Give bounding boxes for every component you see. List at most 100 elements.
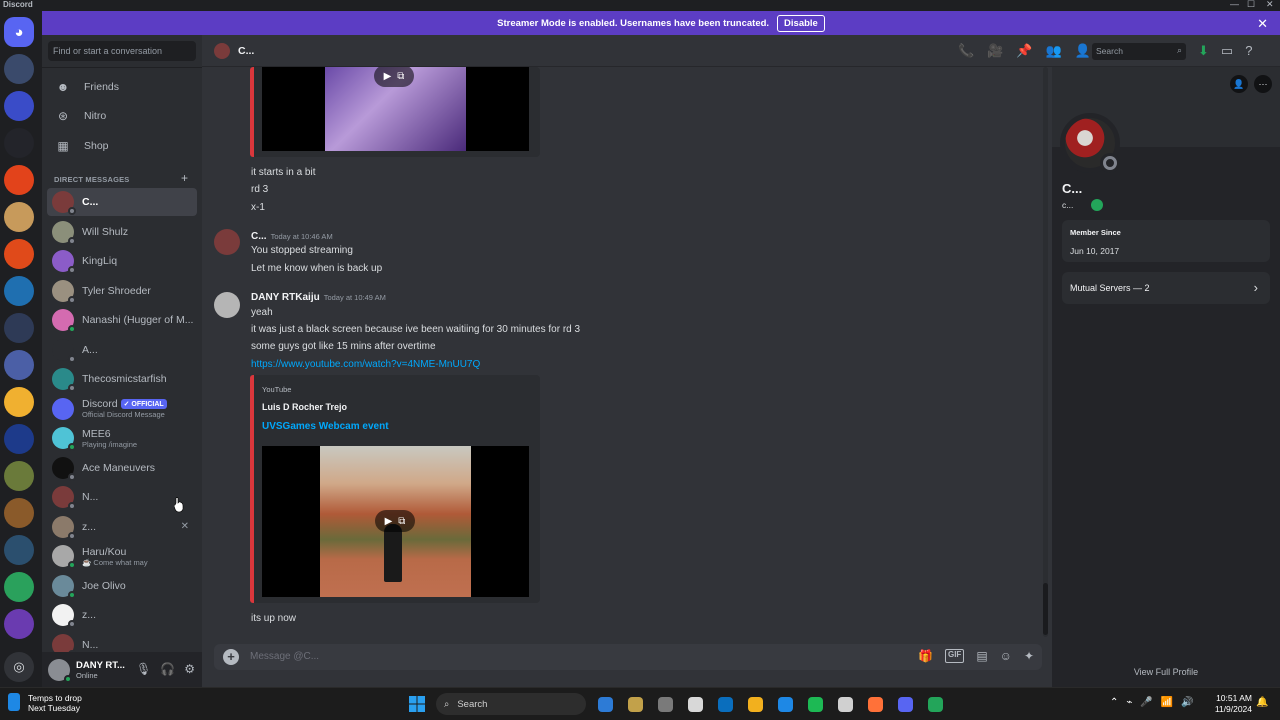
settings-gear-icon[interactable]: ⚙ <box>184 662 195 676</box>
dm-item[interactable]: Haru/Kou ☕ Come what may <box>47 542 197 570</box>
taskbar-app-icon[interactable] <box>744 693 766 715</box>
video-thumbnail[interactable]: ▶ ⧉ <box>262 446 529 597</box>
dm-item[interactable]: Thecosmicstarfish <box>47 365 197 393</box>
start-button[interactable] <box>406 693 428 715</box>
create-dm-icon[interactable]: + <box>181 171 188 185</box>
avatar[interactable] <box>48 658 72 683</box>
find-conversation-button[interactable]: Find or start a conversation <box>48 41 196 61</box>
network-icon[interactable]: ⌁ <box>1126 697 1132 708</box>
dm-item[interactable]: MEE6 Playing /imagine <box>47 424 197 452</box>
taskbar-app-icon[interactable] <box>624 693 646 715</box>
server-icon[interactable] <box>4 313 34 343</box>
taskbar-app-icon[interactable] <box>684 693 706 715</box>
server-icon[interactable] <box>4 461 34 491</box>
user-profile-icon[interactable]: 👤 <box>1075 43 1091 59</box>
clock[interactable]: 10:51 AM 11/9/2024 <box>1212 693 1252 715</box>
dm-item[interactable]: z... <box>47 601 197 629</box>
nitro-badge-icon[interactable] <box>1091 199 1104 211</box>
dm-item[interactable]: Joe Olivo <box>47 572 197 600</box>
taskbar-search[interactable]: ⌕ Search <box>436 693 586 715</box>
taskbar-app-icon[interactable] <box>714 693 736 715</box>
server-icon[interactable] <box>4 128 34 158</box>
emoji-icon[interactable]: ☺ <box>1000 649 1012 663</box>
download-icon[interactable]: ⬇ <box>1198 43 1209 59</box>
add-friends-to-dm-icon[interactable]: 👥 <box>1046 43 1062 59</box>
add-friend-icon[interactable]: 👤 <box>1230 75 1248 93</box>
help-icon[interactable]: ? <box>1245 43 1252 59</box>
disable-streamer-mode-button[interactable]: Disable <box>777 14 825 32</box>
inbox-icon[interactable]: ▭ <box>1221 43 1233 59</box>
dm-item[interactable]: Ace Maneuvers <box>47 454 197 482</box>
server-icon[interactable] <box>4 91 34 121</box>
video-call-icon[interactable]: 🎥 <box>987 43 1003 59</box>
nav-nitro[interactable]: ⊛ Nitro <box>48 103 196 129</box>
nav-shop[interactable]: ▦ Shop <box>48 133 196 159</box>
nav-friends[interactable]: ☻ Friends <box>48 74 196 100</box>
avatar[interactable] <box>1060 113 1120 173</box>
scrollbar-track[interactable] <box>1043 67 1048 637</box>
dm-item[interactable]: Nanashi (Hugger of M... <box>47 306 197 334</box>
notifications-icon[interactable]: 🔔 <box>1256 697 1268 708</box>
play-button[interactable]: ▶ ⧉ <box>375 510 415 532</box>
message-list[interactable]: ▶ ⧉ it starts in a bit rd 3 x-1 C... Toda… <box>202 67 1052 637</box>
taskbar-app-icon[interactable] <box>654 693 676 715</box>
message-input[interactable]: Message @C... <box>250 651 319 662</box>
server-icon[interactable] <box>4 276 34 306</box>
dm-item[interactable]: C... <box>47 188 197 216</box>
dm-item[interactable]: z... ✕ <box>47 513 197 541</box>
embed-author[interactable]: Luis D Rocher Trejo <box>262 402 347 412</box>
close-dm-icon[interactable]: ✕ <box>181 521 189 532</box>
server-icon[interactable] <box>4 572 34 602</box>
server-icon[interactable] <box>4 165 34 195</box>
taskbar-app-icon[interactable] <box>774 693 796 715</box>
maximize-button[interactable]: ☐ <box>1247 0 1255 10</box>
dm-item[interactable]: Will Shulz <box>47 218 197 246</box>
avatar[interactable] <box>214 229 240 255</box>
wifi-icon[interactable]: 📶 <box>1161 697 1173 708</box>
message-composer[interactable]: + Message @C... 🎁 GIF ▤ ☺ ✦ <box>214 644 1042 670</box>
close-window-button[interactable]: ✕ <box>1266 0 1274 10</box>
server-icon[interactable] <box>4 609 34 639</box>
dm-item[interactable]: Discord ✓ OFFICIAL Official Discord Messag… <box>47 395 197 423</box>
weather-widget[interactable]: Temps to drop Next Tuesday <box>8 693 82 713</box>
server-icon[interactable] <box>4 54 34 84</box>
youtube-link[interactable]: https://www.youtube.com/watch?v=4NME-MnU… <box>251 359 480 370</box>
apps-icon[interactable]: ✦ <box>1024 649 1034 663</box>
server-icon[interactable] <box>4 350 34 380</box>
server-icon[interactable] <box>4 239 34 269</box>
mutual-servers-button[interactable]: Mutual Servers — 2 › <box>1062 272 1270 304</box>
message-author[interactable]: DANY RTKaiju Today at 10:49 AM <box>251 292 386 303</box>
microphone-icon[interactable]: 🎤 <box>1140 697 1152 708</box>
taskbar-app-icon[interactable] <box>864 693 886 715</box>
search-input[interactable]: Search ⌕ <box>1092 43 1186 60</box>
add-attachment-icon[interactable]: + <box>223 649 239 665</box>
server-icon[interactable] <box>4 202 34 232</box>
view-full-profile-link[interactable]: View Full Profile <box>1052 667 1280 677</box>
play-button[interactable]: ▶ ⧉ <box>374 67 414 87</box>
gif-icon[interactable]: GIF <box>944 649 965 663</box>
message-author[interactable]: C... Today at 10:46 AM <box>251 231 333 242</box>
video-thumbnail[interactable]: ▶ ⧉ <box>262 67 529 151</box>
scrollbar-thumb[interactable] <box>1043 583 1048 635</box>
discover-icon[interactable]: ◎ <box>4 652 34 682</box>
taskbar-app-icon[interactable] <box>594 693 616 715</box>
show-hidden-icons-icon[interactable]: ⌃ <box>1110 697 1118 708</box>
volume-icon[interactable]: 🔊 <box>1181 697 1193 708</box>
server-icon[interactable] <box>4 424 34 454</box>
taskbar-app-icon[interactable] <box>924 693 946 715</box>
more-options-icon[interactable]: ⋯ <box>1254 75 1272 93</box>
pinned-messages-icon[interactable]: 📌 <box>1016 43 1032 59</box>
server-icon[interactable] <box>4 387 34 417</box>
dm-item[interactable]: A... <box>47 336 197 364</box>
microphone-icon[interactable]: 🎙 <box>136 662 151 676</box>
dm-item[interactable]: KingLiq <box>47 247 197 275</box>
embed-title[interactable]: UVSGames Webcam event <box>262 421 389 432</box>
server-icon[interactable] <box>4 498 34 528</box>
gift-icon[interactable]: 🎁 <box>918 649 933 663</box>
close-banner-icon[interactable]: ✕ <box>1257 16 1268 32</box>
taskbar-app-icon[interactable] <box>894 693 916 715</box>
server-icon[interactable] <box>4 535 34 565</box>
voice-call-icon[interactable]: 📞 <box>958 43 974 59</box>
minimize-button[interactable]: — <box>1230 0 1239 9</box>
home-button[interactable]: ◕ <box>4 17 34 47</box>
